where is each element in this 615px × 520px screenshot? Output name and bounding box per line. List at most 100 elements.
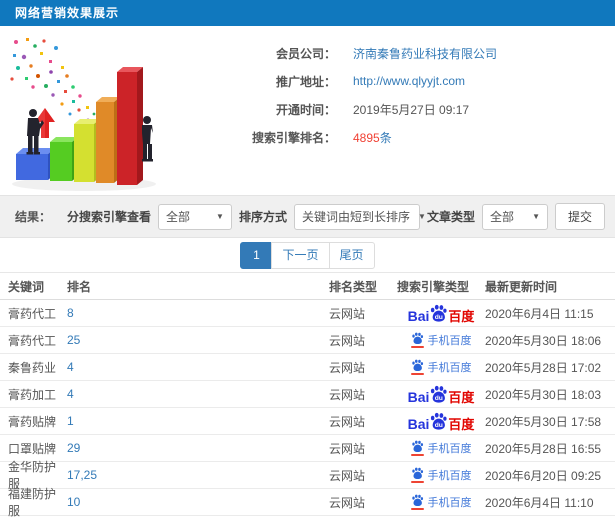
header-keyword: 关键词 <box>8 279 45 294</box>
header-update-time: 最新更新时间 <box>485 279 558 294</box>
baidu-mobile-underline <box>410 346 424 348</box>
businessman-right <box>142 116 153 162</box>
search-engine-cell: 手机百度 <box>397 359 485 375</box>
update-time-cell: 2020年5月30日 18:06 <box>485 333 602 348</box>
table-row: 膏药代工 25 云网站 手机百度 2020年5月30日 18:06 <box>0 327 615 354</box>
sort-select[interactable]: 关键词由短到长排序 ▼ <box>293 203 426 230</box>
ranking-count-value: 4895条 <box>353 129 392 146</box>
update-time-cell: 2020年6月4日 11:15 <box>485 306 594 321</box>
baidu-mobile-logo: 手机百度 <box>410 494 472 510</box>
baidu-logo-bai: Bai <box>407 307 430 324</box>
result-label: 结果： <box>15 210 52 224</box>
header-rank: 排名 <box>67 279 92 294</box>
baidu-mobile-icon <box>410 494 424 510</box>
update-time-cell: 2020年6月4日 11:10 <box>485 495 594 510</box>
baidu-logo: Bai du 百度 <box>407 304 475 324</box>
keyword-cell: 膏药贴牌 <box>8 414 57 429</box>
article-type-value: 全部 <box>489 210 514 224</box>
baidu-logo-bai: Bai <box>407 388 430 405</box>
next-page-button[interactable]: 下一页 <box>271 241 330 269</box>
rank-type-cell: 云网站 <box>329 333 366 348</box>
pagination-area: 1 下一页 尾页 <box>0 238 615 272</box>
keyword-cell: 膏药代工 <box>8 306 57 321</box>
baidu-logo: Bai du 百度 <box>407 385 475 405</box>
rank-link[interactable]: 25 <box>67 333 80 347</box>
company-info: 会员公司： 济南秦鲁药业科技有限公司 推广地址： http://www.qlyy… <box>178 26 615 195</box>
sort-value: 关键词由短到长排序 <box>301 210 410 224</box>
baidu-paw-icon <box>411 359 423 372</box>
keyword-ranking-table: 关键词 排名 排名类型 搜索引擎类型 最新更新时间 膏药代工 8 云网站 Bai d… <box>0 272 615 520</box>
bar-chart-image <box>10 38 156 191</box>
rank-link[interactable]: 1 <box>67 414 74 428</box>
baidu-mobile-icon <box>410 359 424 375</box>
submit-button[interactable]: 提交 <box>554 203 605 230</box>
table-row: 膏药贴牌 1 云网站 Bai du 百度 2020年5月30日 17:58 <box>0 408 615 435</box>
article-type-select[interactable]: 全部 ▼ <box>481 203 548 230</box>
baidu-mobile-label: 手机百度 <box>427 362 472 374</box>
rank-link[interactable]: 29 <box>67 441 80 455</box>
chevron-down-icon: ▼ <box>417 212 426 221</box>
bar-red <box>117 67 143 185</box>
rank-type-cell: 云网站 <box>329 414 366 429</box>
chevron-down-icon: ▼ <box>532 212 540 221</box>
rank-type-cell: 云网站 <box>329 360 366 375</box>
baidu-mobile-label: 手机百度 <box>427 497 472 509</box>
engine-filter-label: 分搜索引擎查看 <box>66 210 151 224</box>
baidu-paw-icon: du <box>431 304 447 322</box>
rank-link[interactable]: 10 <box>67 495 80 509</box>
svg-text:du: du <box>435 394 443 401</box>
table-row-partial: 手机百度 <box>0 516 615 520</box>
rank-type-cell: 云网站 <box>329 495 366 510</box>
search-engine-cell: 手机百度 <box>397 440 485 456</box>
rank-link[interactable]: 8 <box>67 306 74 320</box>
baidu-logo: Bai du 百度 <box>408 412 475 432</box>
table-row: 膏药代工 8 云网站 Bai du 百度 2020年6月4日 11:15 <box>0 300 615 327</box>
search-engine-cell: 手机百度 <box>397 332 485 348</box>
filter-bar: 结果： 分搜索引擎查看 全部 ▼ 排序方式 关键词由短到长排序 ▼ 文章类型 全… <box>0 195 615 238</box>
rank-link[interactable]: 4 <box>67 387 74 401</box>
page-title: 网络营销效果展示 <box>0 0 615 26</box>
baidu-logo-cn: 百度 <box>448 308 475 324</box>
promo-url-label: 推广地址： <box>275 74 336 89</box>
bar-orange <box>96 97 120 183</box>
baidu-mobile-underline <box>410 508 424 510</box>
rank-link[interactable]: 17,25 <box>67 468 97 482</box>
bar-chart-illustration <box>0 26 178 195</box>
update-time-cell: 2020年5月28日 16:55 <box>485 441 602 456</box>
table-row: 金华防护服 17,25 云网站 手机百度 2020年6月20日 09:25 <box>0 460 615 491</box>
member-company-label: 会员公司： <box>275 46 336 61</box>
baidu-paw-icon <box>411 332 423 345</box>
baidu-logo-cn: 百度 <box>448 416 475 432</box>
search-engine-cell: 手机百度 <box>397 467 485 483</box>
baidu-mobile-label: 手机百度 <box>427 470 472 482</box>
rank-type-cell: 云网站 <box>329 306 366 321</box>
baidu-paw-icon <box>411 467 423 480</box>
update-time-cell: 2020年5月30日 18:03 <box>485 387 602 402</box>
table-row: 口罩贴牌 29 云网站 手机百度 2020年5月28日 16:55 <box>0 435 615 462</box>
svg-text:du: du <box>435 313 443 320</box>
baidu-logo-cn: 百度 <box>448 389 475 405</box>
rank-type-cell: 云网站 <box>329 468 366 483</box>
search-engine-cell: Bai du 百度 <box>397 412 485 431</box>
page-1-button[interactable]: 1 <box>240 241 273 269</box>
keyword-cell: 膏药代工 <box>8 333 57 348</box>
baidu-mobile-logo: 手机百度 <box>410 440 472 456</box>
header-rank-type: 排名类型 <box>329 279 378 294</box>
confetti-dots <box>10 38 96 122</box>
last-page-button[interactable]: 尾页 <box>328 241 375 269</box>
rank-link[interactable]: 4 <box>67 360 74 374</box>
baidu-mobile-underline <box>410 454 424 456</box>
table-row: 膏药加工 4 云网站 Bai du 百度 2020年5月30日 18:03 <box>0 381 615 408</box>
ranking-count-label: 搜索引擎排名： <box>251 130 336 145</box>
baidu-mobile-underline <box>410 481 424 483</box>
engine-filter-select[interactable]: 全部 ▼ <box>157 203 232 230</box>
member-company-link[interactable]: 济南秦鲁药业科技有限公司 <box>353 45 497 62</box>
baidu-mobile-icon <box>410 440 424 456</box>
sort-label: 排序方式 <box>238 210 287 224</box>
promo-url-link[interactable]: http://www.qlyyjt.com <box>353 74 465 88</box>
bar-green <box>50 137 78 181</box>
rank-type-cell: 云网站 <box>329 441 366 456</box>
keyword-cell: 秦鲁药业 <box>8 360 57 375</box>
baidu-mobile-icon <box>410 467 424 483</box>
search-engine-cell: 手机百度 <box>397 494 485 510</box>
